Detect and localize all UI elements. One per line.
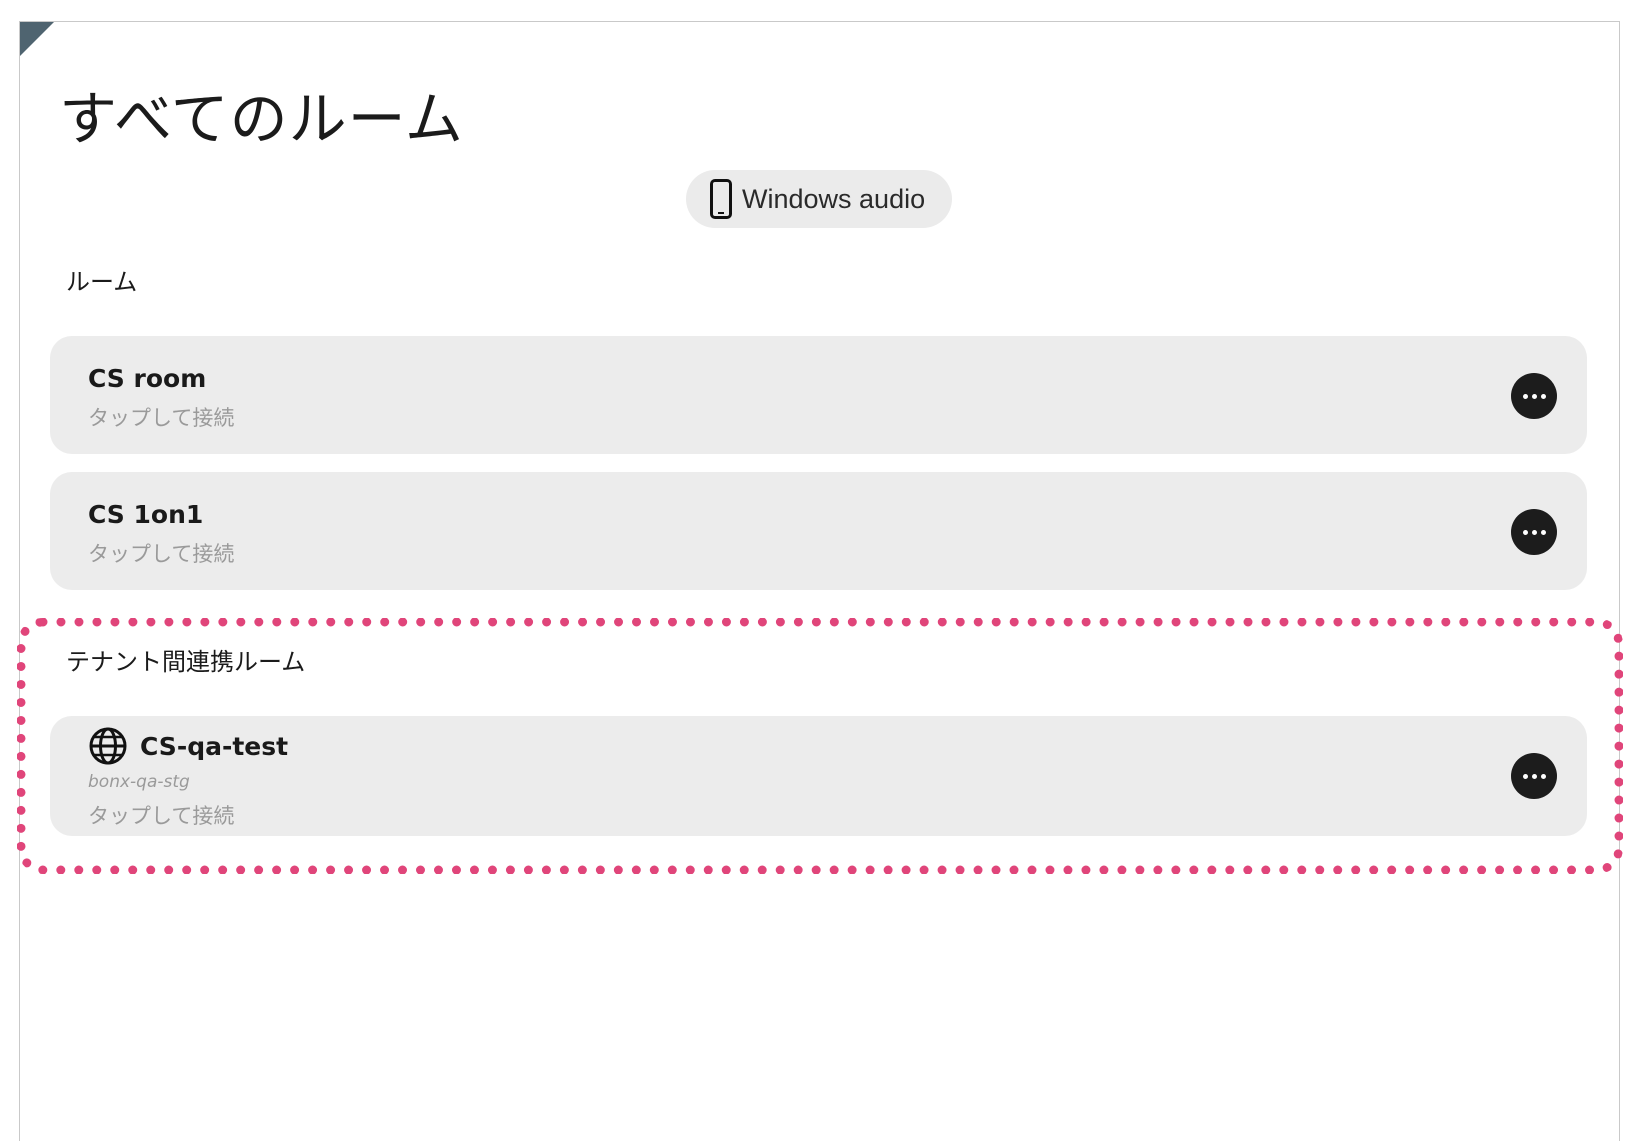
more-icon-dot xyxy=(1531,529,1537,535)
room-name: CS 1on1 xyxy=(88,500,204,529)
room-card[interactable]: CS room タップして接続 xyxy=(50,336,1587,454)
more-icon xyxy=(1522,393,1528,399)
room-name: CS room xyxy=(88,364,207,393)
more-icon xyxy=(1522,529,1528,535)
more-icon-dot xyxy=(1540,773,1546,779)
phone-icon xyxy=(710,179,732,219)
more-icon-dot xyxy=(1540,529,1546,535)
audio-device-button[interactable]: Windows audio xyxy=(686,170,952,228)
tenant-org-name: bonx-qa-stg xyxy=(88,772,190,792)
tenant-room-card[interactable]: CS-qa-test bonx-qa-stg タップして接続 xyxy=(50,716,1587,836)
section-label-rooms: ルーム xyxy=(66,268,138,296)
more-options-button[interactable] xyxy=(1511,509,1557,555)
more-icon-dot xyxy=(1540,393,1546,399)
tenant-room-title-row: CS-qa-test xyxy=(88,726,288,766)
more-options-button[interactable] xyxy=(1511,373,1557,419)
more-icon xyxy=(1522,773,1528,779)
room-subtitle: タップして接続 xyxy=(88,804,235,828)
section-label-tenant-rooms: テナント間連携ルーム xyxy=(66,648,306,676)
more-icon-dot xyxy=(1531,393,1537,399)
corner-mark xyxy=(20,22,54,56)
room-card[interactable]: CS 1on1 タップして接続 xyxy=(50,472,1587,590)
more-options-button[interactable] xyxy=(1511,753,1557,799)
globe-icon xyxy=(89,727,127,765)
room-subtitle: タップして接続 xyxy=(88,542,235,566)
audio-device-label: Windows audio xyxy=(742,183,926,214)
more-icon-dot xyxy=(1531,773,1537,779)
room-name: CS-qa-test xyxy=(140,731,289,761)
room-subtitle: タップして接続 xyxy=(88,406,235,430)
page-title: すべてのルーム xyxy=(59,85,464,153)
